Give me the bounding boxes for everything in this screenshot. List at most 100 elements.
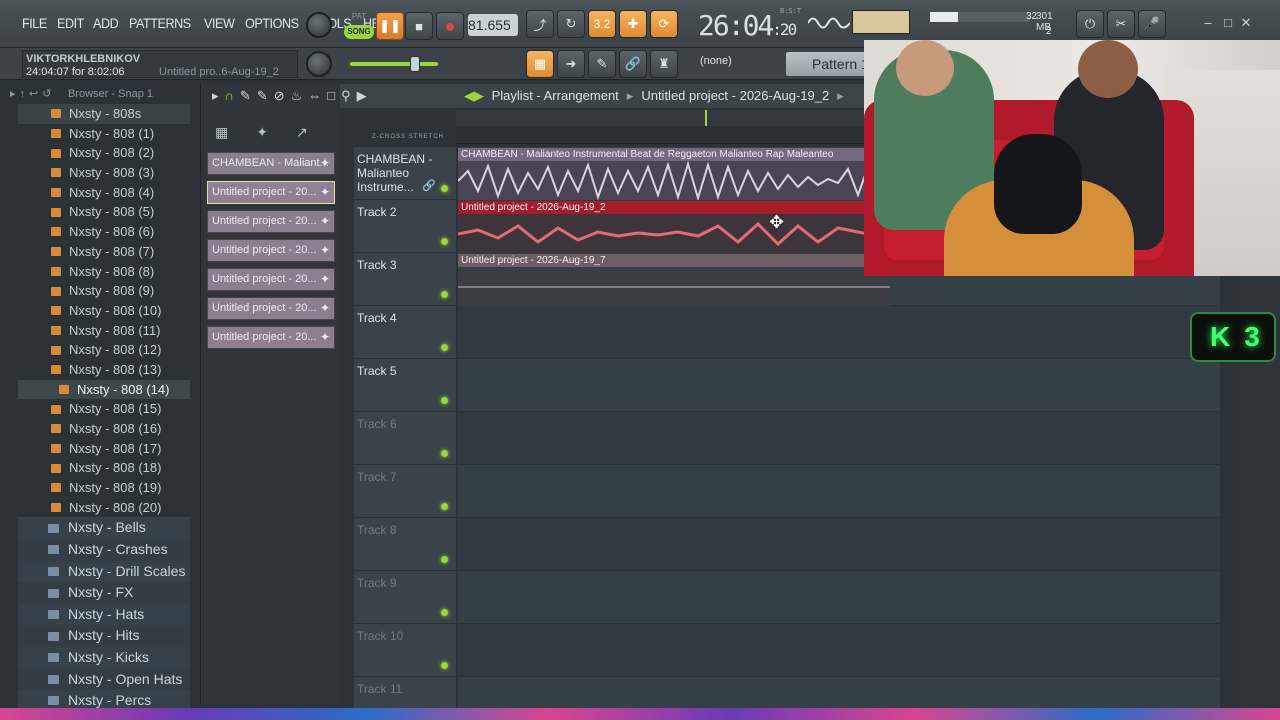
track-header[interactable]: Track 7	[354, 465, 456, 518]
track-led[interactable]	[441, 661, 448, 669]
wait-input-button[interactable]: ↻	[557, 10, 585, 38]
tools-button[interactable]: ✂	[1107, 10, 1135, 38]
magnet-icon[interactable]: ∩	[225, 88, 240, 103]
folder-item[interactable]: Nxsty - Hats	[18, 603, 190, 626]
folder-item[interactable]: Nxsty - FX	[18, 582, 190, 604]
menu-edit[interactable]: EDIT	[57, 15, 84, 31]
track-lane[interactable]	[458, 412, 1220, 465]
minimize-icon[interactable]: –	[1200, 15, 1216, 31]
track-header[interactable]: Track 5	[354, 359, 456, 412]
step-edit-button[interactable]: 3.2	[588, 10, 616, 38]
menu-add[interactable]: ADD	[93, 15, 119, 31]
arrow-button[interactable]: ➜	[557, 50, 585, 78]
track-lane[interactable]	[458, 518, 1220, 571]
list-item[interactable]: Nxsty - 808 (1)	[18, 124, 190, 144]
pencil-button[interactable]: ✎	[588, 50, 616, 78]
track-lane[interactable]	[458, 306, 1220, 359]
list-item[interactable]: Nxsty - 808 (12)	[18, 340, 190, 360]
list-item[interactable]: Nxsty - 808 (7)	[18, 242, 190, 262]
song-time-display[interactable]: 26:04:20 B:S:T	[698, 7, 801, 42]
stop-button[interactable]: ■	[405, 12, 433, 40]
pat-song-switch[interactable]: PAT SONG	[344, 12, 374, 40]
tempo-display[interactable]: 81.655	[468, 14, 518, 36]
folder-item[interactable]: Nxsty - Bells	[18, 517, 190, 540]
mic-button[interactable]: 🎤	[1138, 10, 1166, 38]
master-volume-knob[interactable]	[306, 51, 332, 77]
folder-item[interactable]: Nxsty - Kicks	[18, 647, 190, 669]
master-volume-slider[interactable]	[350, 62, 438, 66]
pause-button[interactable]: ❚❚	[376, 12, 404, 40]
menu-file[interactable]: FILE	[22, 15, 47, 31]
master-pitch-knob[interactable]	[306, 12, 332, 38]
loop-record-button[interactable]: ⟳	[650, 10, 678, 38]
audio-clip-icon[interactable]: ✦	[256, 124, 296, 140]
zoom-icon[interactable]: ⚲	[341, 88, 357, 103]
audio-clip[interactable]: Untitled project - 2026-Aug-19_7	[458, 254, 890, 306]
track-lane[interactable]	[458, 624, 1220, 677]
audio-clip[interactable]: CHAMBEAN - Malianteo Instrumental Beat d…	[458, 148, 888, 200]
clip-source-item-selected[interactable]: Untitled project - 20... ✦	[207, 181, 335, 204]
browser-nav-icons[interactable]: ▸↑↩↺	[10, 84, 55, 104]
playlist-play-icon[interactable]: ◀▶	[464, 88, 484, 103]
track-led[interactable]	[441, 449, 448, 457]
list-item[interactable]: Nxsty - 808 (2)	[18, 143, 190, 163]
pencil-tool-icon[interactable]: ✎	[240, 88, 257, 103]
list-item[interactable]: Nxsty - 808 (16)	[18, 419, 190, 439]
track-led[interactable]	[441, 608, 448, 616]
list-item[interactable]: Nxsty - 808 (11)	[18, 321, 190, 341]
menu-options[interactable]: OPTIONS	[245, 15, 299, 31]
mute-icon[interactable]: ♨	[291, 88, 309, 103]
track-lane[interactable]	[458, 359, 1220, 412]
list-item[interactable]: Nxsty - 808s	[18, 104, 190, 124]
link-icon[interactable]: 🔗	[422, 179, 436, 192]
volume-slider-handle[interactable]	[410, 56, 420, 72]
track-led[interactable]	[441, 184, 448, 192]
track-header[interactable]: Track 3	[354, 253, 456, 306]
slip-icon[interactable]: ⇔	[308, 88, 327, 103]
audio-clip[interactable]: Untitled project - 2026-Aug-19_2	[458, 201, 868, 253]
folder-item[interactable]: Nxsty - Hits	[18, 625, 190, 647]
track-header[interactable]: Track 9	[354, 571, 456, 624]
track-lane[interactable]	[458, 465, 1220, 518]
clip-source-item[interactable]: Untitled project - 20... ✦	[207, 268, 335, 291]
pattern-clip-icon[interactable]: ▦	[215, 124, 256, 140]
menu-patterns[interactable]: PATTERNS	[129, 15, 191, 31]
list-item[interactable]: Nxsty - 808 (8)	[18, 262, 190, 282]
metronome-button[interactable]: ⤴	[526, 10, 554, 38]
track-led[interactable]	[441, 502, 448, 510]
track-led[interactable]	[441, 237, 448, 245]
link-button[interactable]: 🔗	[619, 50, 647, 78]
automation-clip-icon[interactable]: ↗	[296, 124, 336, 140]
clip-source-item[interactable]: Untitled project - 20... ✦	[207, 210, 335, 233]
track-header[interactable]: Track 10	[354, 624, 456, 677]
track-led[interactable]	[441, 396, 448, 404]
list-item[interactable]: Nxsty - 808 (3)	[18, 163, 190, 183]
reset-button[interactable]: ⏻	[1076, 10, 1104, 38]
track-led[interactable]	[441, 555, 448, 563]
track-header[interactable]: Track 4	[354, 306, 456, 359]
play-arrow-icon[interactable]: ▸	[212, 88, 225, 103]
maximize-icon[interactable]: □	[1220, 15, 1236, 31]
delete-icon[interactable]: ⊘	[274, 88, 291, 103]
close-icon[interactable]: ✕	[1238, 15, 1254, 31]
clip-source-item[interactable]: Untitled project - 20... ✦	[207, 326, 335, 349]
overdub-button[interactable]: ✚	[619, 10, 647, 38]
list-item[interactable]: Nxsty - 808 (9)	[18, 281, 190, 301]
track-header[interactable]: Track 6	[354, 412, 456, 465]
snap-selector[interactable]: (none)	[700, 55, 760, 71]
plugin-button[interactable]: ♜	[650, 50, 678, 78]
list-item[interactable]: Nxsty - 808 (5)	[18, 202, 190, 222]
snap-button[interactable]: ▦	[526, 50, 554, 78]
folder-item[interactable]: Nxsty - Drill Scales	[18, 560, 190, 583]
list-item[interactable]: Nxsty - 808 (4)	[18, 183, 190, 203]
list-item[interactable]: Nxsty - 808 (18)	[18, 458, 190, 478]
list-item[interactable]: Nxsty - 808 (20)	[18, 498, 190, 518]
menu-view[interactable]: VIEW	[204, 15, 235, 31]
track-header[interactable]: Track 2	[354, 200, 456, 253]
list-item[interactable]: Nxsty - 808 (10)	[18, 301, 190, 321]
clip-source-item[interactable]: Untitled project - 20... ✦	[207, 297, 335, 320]
list-item[interactable]: Nxsty - 808 (15)	[18, 399, 190, 419]
playhead-marker[interactable]	[705, 110, 707, 126]
list-item[interactable]: Nxsty - 808 (19)	[18, 478, 190, 498]
list-item[interactable]: Nxsty - 808 (6)	[18, 222, 190, 242]
